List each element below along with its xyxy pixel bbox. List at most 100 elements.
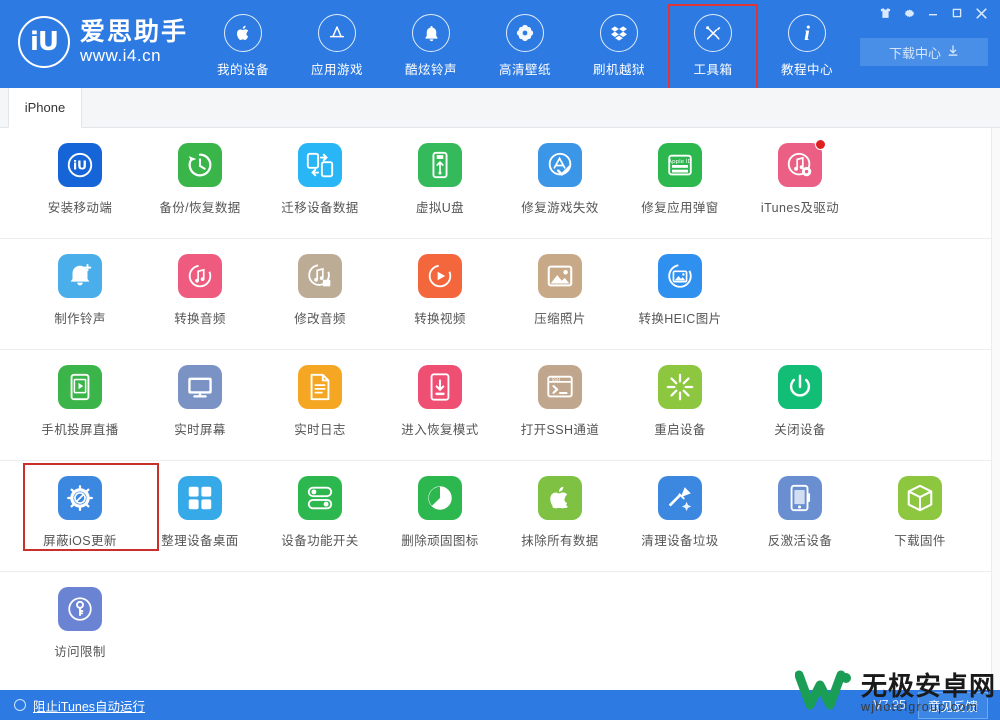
toolbox-item[interactable]: 屏蔽iOS更新 xyxy=(20,461,159,571)
toolbox-item[interactable]: 抹除所有数据 xyxy=(500,461,620,571)
nav-item-flash-jailbreak[interactable]: 刷机越狱 xyxy=(572,8,666,82)
toolbox-item[interactable]: 下载固件 xyxy=(860,461,980,571)
toolbox-item[interactable]: 删除顽固图标 xyxy=(380,461,500,571)
compress-photo-icon xyxy=(538,254,582,298)
toolbox-item[interactable]: 实时屏幕 xyxy=(140,350,260,460)
toolbox-item-label: 实时屏幕 xyxy=(174,423,226,437)
ssh-tunnel-icon: SSH xyxy=(538,365,582,409)
toolbox-item[interactable]: 虚拟U盘 xyxy=(380,128,500,238)
itunes-driver-icon xyxy=(778,139,826,187)
settings-icon[interactable] xyxy=(898,3,920,23)
toolbox-item-label: 转换视频 xyxy=(414,312,466,326)
close-icon[interactable] xyxy=(970,3,992,23)
toolbox-item-label: 进入恢复模式 xyxy=(401,423,479,437)
flower-icon xyxy=(506,14,544,52)
toolbox-item[interactable]: 关闭设备 xyxy=(740,350,860,460)
toolbox-item[interactable]: 修改音频 xyxy=(260,239,380,349)
scrollbar-track[interactable] xyxy=(991,128,1000,690)
toolbox-item[interactable]: 转换视频 xyxy=(380,239,500,349)
toolbox-item[interactable]: 进入恢复模式 xyxy=(380,350,500,460)
nav-item-my-device[interactable]: 我的设备 xyxy=(196,8,290,82)
toolbox-item[interactable]: SSH 打开SSH通道 xyxy=(500,350,620,460)
nav-label: 酷炫铃声 xyxy=(404,63,457,77)
toolbox-item[interactable]: 迁移设备数据 xyxy=(260,128,380,238)
remove-icon-icon xyxy=(418,476,462,520)
toolbox-grid: iU 安装移动端 备份/恢复数据 迁移设备数据 虚拟U盘 修复游戏失效 Apple ID 修复… xyxy=(0,128,1000,690)
convert-audio-icon xyxy=(178,254,222,298)
toolbox-item[interactable]: iU 安装移动端 xyxy=(20,128,140,238)
toolbox-item[interactable]: 重启设备 xyxy=(620,350,740,460)
shutdown-device-icon xyxy=(778,365,822,409)
toolbox-item[interactable]: 清理设备垃圾 xyxy=(620,461,740,571)
block-ios-update-icon xyxy=(58,476,102,520)
download-center-button[interactable]: 下载中心 xyxy=(860,38,988,66)
reboot-device-icon xyxy=(658,365,702,409)
skin-icon[interactable] xyxy=(874,3,896,23)
maximize-icon[interactable] xyxy=(946,3,968,23)
toolbox-row: 访问限制 xyxy=(0,572,1000,683)
minimize-icon[interactable] xyxy=(922,3,944,23)
nav-label: 高清壁纸 xyxy=(498,63,551,77)
svg-text:iU: iU xyxy=(73,159,87,173)
realtime-log-icon xyxy=(298,365,342,409)
i4-logo-text: iU xyxy=(29,27,59,57)
toolbox-row: 屏蔽iOS更新 整理设备桌面 设备功能开关 删除顽固图标 抹除所有数据 清理设备垃圾 反激活… xyxy=(0,461,1000,572)
nav-item-ringtones[interactable]: 酷炫铃声 xyxy=(384,8,478,82)
toolbox-item-label: 备份/恢复数据 xyxy=(159,201,241,215)
i4-logo-icon: iU xyxy=(18,16,70,68)
deactivate-device-icon xyxy=(778,476,822,520)
svg-text:SSH: SSH xyxy=(552,377,561,383)
erase-data-icon xyxy=(538,476,582,520)
convert-video-icon xyxy=(418,254,462,298)
nav-label: 教程中心 xyxy=(780,63,833,77)
nav-item-tutorials[interactable]: i 教程中心 xyxy=(760,8,854,82)
toolbox-item[interactable]: 整理设备桌面 xyxy=(140,461,260,571)
main-nav: 我的设备 应用游戏 酷炫铃声 高清壁纸 刷机越狱 工具箱 i 教程中心 xyxy=(196,4,854,90)
nav-item-wallpapers[interactable]: 高清壁纸 xyxy=(478,8,572,82)
toolbox-item[interactable]: iTunes及驱动 xyxy=(740,128,860,238)
toolbox-item-label: 打开SSH通道 xyxy=(520,423,600,437)
access-restriction-icon xyxy=(58,587,102,631)
block-itunes-option[interactable]: 阻止iTunes自动运行 xyxy=(0,696,145,715)
window-controls xyxy=(874,3,992,23)
block-itunes-label[interactable]: 阻止iTunes自动运行 xyxy=(33,696,145,715)
svg-text:Apple ID: Apple ID xyxy=(668,159,692,165)
toolbox-item-label: 反激活设备 xyxy=(767,534,833,548)
make-ringtone-icon xyxy=(58,254,102,298)
toolbox-item[interactable]: 备份/恢复数据 xyxy=(140,128,260,238)
toolbox-item[interactable]: 访问限制 xyxy=(20,572,140,682)
toolbox-item[interactable]: 设备功能开关 xyxy=(260,461,380,571)
tools-icon xyxy=(694,14,732,52)
toolbox-item[interactable]: 实时日志 xyxy=(260,350,380,460)
recovery-mode-icon xyxy=(418,365,462,409)
download-center-label: 下载中心 xyxy=(888,45,941,61)
toolbox-item[interactable]: 手机投屏直播 xyxy=(20,350,140,460)
toolbox-item[interactable]: Apple ID 修复应用弹窗 xyxy=(620,128,740,238)
edit-audio-icon xyxy=(298,254,342,298)
toolbox-item[interactable]: 反激活设备 xyxy=(740,461,860,571)
toolbox-item-label: 转换音频 xyxy=(174,312,226,326)
bell-icon xyxy=(412,14,450,52)
toolbox-item[interactable]: 转换HEIC图片 xyxy=(620,239,740,349)
toolbox-row: iU 安装移动端 备份/恢复数据 迁移设备数据 虚拟U盘 修复游戏失效 Apple ID 修复… xyxy=(0,128,1000,239)
nav-item-toolbox[interactable]: 工具箱 xyxy=(666,4,760,90)
toolbox-item[interactable]: 制作铃声 xyxy=(20,239,140,349)
toolbox-item-label: 清理设备垃圾 xyxy=(641,534,719,548)
organize-desktop-icon xyxy=(178,476,222,520)
apple-icon xyxy=(224,14,262,52)
fix-game-icon xyxy=(538,143,582,187)
realtime-screen-icon xyxy=(178,365,222,409)
toolbox-item[interactable]: 转换音频 xyxy=(140,239,260,349)
backup-restore-icon xyxy=(178,143,222,187)
toolbox-item[interactable]: 压缩照片 xyxy=(500,239,620,349)
toolbox-item-label: 安装移动端 xyxy=(47,201,113,215)
toolbox-item[interactable]: 修复游戏失效 xyxy=(500,128,620,238)
toolbox-row: 制作铃声 转换音频 修改音频 转换视频 压缩照片 转换HEIC图片 xyxy=(0,239,1000,350)
radio-icon[interactable] xyxy=(14,699,26,711)
i4-app-icon: iU xyxy=(58,143,102,187)
tab-iphone[interactable]: iPhone xyxy=(8,88,82,128)
feedback-button[interactable]: 意见反馈 xyxy=(917,691,988,719)
nav-item-apps-games[interactable]: 应用游戏 xyxy=(290,8,384,82)
clean-junk-icon xyxy=(658,476,702,520)
toolbox-item-label: 虚拟U盘 xyxy=(415,201,465,215)
